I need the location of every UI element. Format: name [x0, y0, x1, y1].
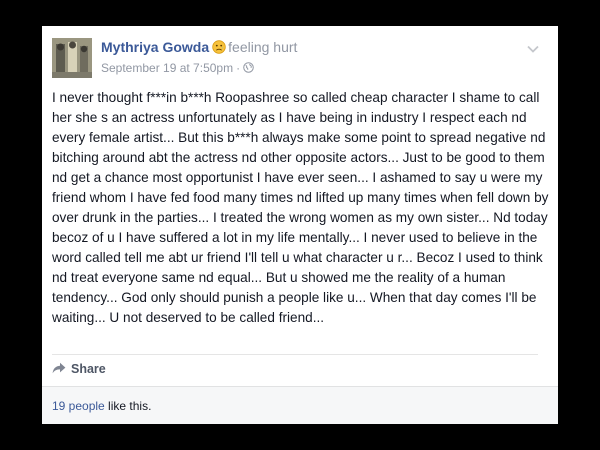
author-line: Mythriya Gowda feeling hurt: [101, 38, 297, 56]
share-label: Share: [71, 362, 106, 376]
post-meta: September 19 at 7:50pm ·: [101, 60, 254, 76]
likes-summary: 19 people like this.: [52, 399, 151, 413]
likes-count-link[interactable]: 19 people: [52, 399, 105, 413]
author-avatar[interactable]: [52, 38, 92, 78]
likes-footer: 19 people like this.: [42, 386, 558, 424]
post-timestamp-link[interactable]: September 19 at 7:50pm: [101, 61, 233, 75]
share-arrow-icon: [52, 362, 66, 374]
post-text: I never thought f***in b***h Roopashree …: [52, 90, 549, 325]
sad-face-icon: [212, 40, 226, 54]
globe-icon[interactable]: [243, 62, 254, 73]
action-divider: [52, 354, 538, 355]
facebook-post-card: Mythriya Gowda feeling hurt September 19 …: [42, 26, 558, 424]
share-button[interactable]: Share: [52, 362, 106, 380]
author-name-link[interactable]: Mythriya Gowda: [101, 39, 209, 55]
chevron-down-icon[interactable]: [526, 44, 540, 54]
feeling-text: feeling hurt: [228, 39, 298, 55]
likes-suffix: like this.: [104, 399, 152, 413]
black-frame: Mythriya Gowda feeling hurt September 19 …: [0, 0, 600, 450]
meta-separator: ·: [236, 61, 241, 75]
post-header: Mythriya Gowda feeling hurt September 19 …: [52, 38, 548, 78]
